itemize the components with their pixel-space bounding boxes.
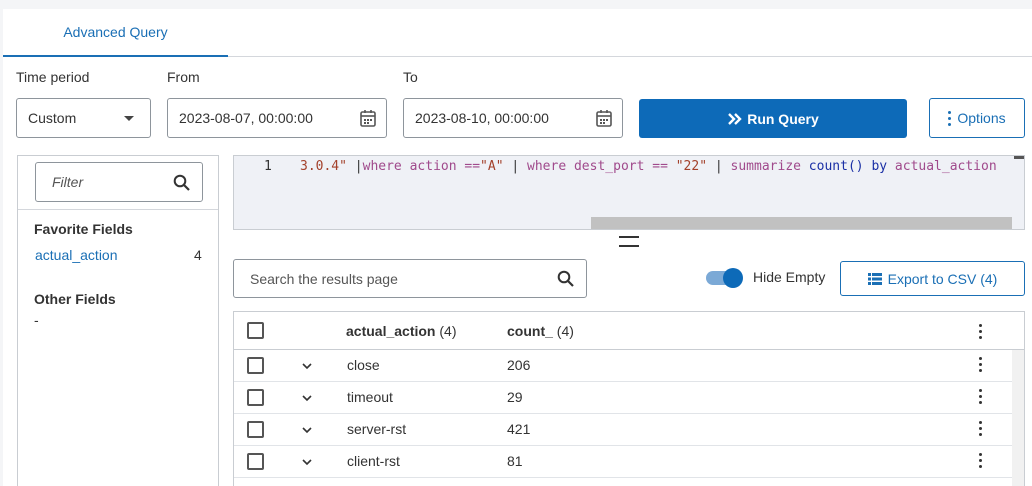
tab-advanced-query[interactable]: Advanced Query [3,9,228,57]
other-fields-empty: - [34,312,39,328]
vertical-dots-icon [948,111,952,126]
cell-count: 81 [507,453,523,469]
column-header-actual-action[interactable]: actual_action (4) [346,323,457,339]
to-label: To [403,69,418,85]
row-menu-icon[interactable] [979,389,983,405]
query-editor[interactable]: 1 3.0.4" |where action =="A" | where des… [233,155,1025,230]
row-checkbox[interactable] [247,389,264,406]
query-panel: Advanced Query Time period From To Custo… [3,9,1032,486]
from-label: From [167,69,200,85]
tab-bar: Advanced Query [3,9,1032,57]
time-period-label: Time period [16,69,90,85]
from-date-value: 2023-08-07, 00:00:00 [179,110,313,126]
editor-horizontal-scrollbar[interactable] [591,217,1012,229]
cell-count: 29 [507,389,523,405]
to-date-input[interactable]: 2023-08-10, 00:00:00 [403,98,623,138]
top-strip [0,0,1032,9]
cell-actual-action: server-rst [347,421,407,437]
cell-count: 421 [507,421,531,437]
results-search-input[interactable]: Search the results page [233,259,587,298]
caret-down-icon [124,116,134,121]
options-button[interactable]: Options [929,98,1025,138]
search-icon [557,270,574,287]
favorite-field-actual-action[interactable]: actual_action [35,247,118,263]
run-query-label: Run Query [747,110,819,127]
table-row: server-rst 421 [234,414,1024,446]
chevron-down-icon[interactable] [302,393,312,403]
row-menu-icon[interactable] [979,357,983,373]
hide-empty-label: Hide Empty [753,269,826,285]
chevron-down-icon[interactable] [302,361,312,371]
search-icon [173,174,190,191]
calendar-icon[interactable] [360,109,376,127]
options-label: Options [957,110,1006,126]
table-list-icon [867,272,882,285]
column-menu-icon[interactable] [979,324,983,340]
editor-vertical-scrollbar[interactable] [1014,156,1024,159]
filter-input[interactable]: Filter [35,162,203,202]
from-date-input[interactable]: 2023-08-07, 00:00:00 [167,98,387,138]
table-row: close 206 [234,350,1024,382]
time-period-select[interactable]: Custom [16,98,151,138]
favorite-fields-title: Favorite Fields [34,221,133,237]
favorite-field-count: 4 [194,247,202,263]
hide-empty-toggle[interactable] [706,268,743,288]
cell-actual-action: timeout [347,389,393,405]
table-row: client-rst 81 [234,446,1024,478]
other-fields-title: Other Fields [34,291,116,307]
table-vertical-scrollbar[interactable] [1012,350,1024,486]
row-menu-icon[interactable] [979,453,983,469]
export-csv-button[interactable]: Export to CSV (4) [840,261,1025,296]
double-chevron-right-icon [728,112,742,125]
fields-sidebar: Filter Favorite Fields actual_action 4 O… [17,155,219,486]
cell-count: 206 [507,357,531,373]
run-query-button[interactable]: Run Query [639,99,907,138]
resize-handle-icon[interactable] [619,236,639,250]
table-header: actual_action (4) count_ (4) [234,312,1024,350]
row-menu-icon[interactable] [979,421,983,437]
row-checkbox[interactable] [247,357,264,374]
cell-actual-action: close [347,357,380,373]
query-code: 3.0.4" |where action =="A" | where dest_… [300,159,997,174]
chevron-down-icon[interactable] [302,457,312,467]
table-row: timeout 29 [234,382,1024,414]
select-all-checkbox[interactable] [247,322,264,339]
cell-actual-action: client-rst [347,453,400,469]
row-checkbox[interactable] [247,421,264,438]
chevron-down-icon[interactable] [302,425,312,435]
filter-placeholder: Filter [52,174,84,190]
line-number: 1 [264,159,272,174]
time-period-value: Custom [28,110,77,126]
to-date-value: 2023-08-10, 00:00:00 [415,110,549,126]
export-csv-label: Export to CSV (4) [887,270,998,287]
calendar-icon[interactable] [596,109,612,127]
row-checkbox[interactable] [247,453,264,470]
column-header-count[interactable]: count_ (4) [507,323,574,339]
results-search-placeholder: Search the results page [250,270,398,287]
divider [18,209,218,210]
results-table: actual_action (4) count_ (4) close 206 t… [233,311,1025,486]
